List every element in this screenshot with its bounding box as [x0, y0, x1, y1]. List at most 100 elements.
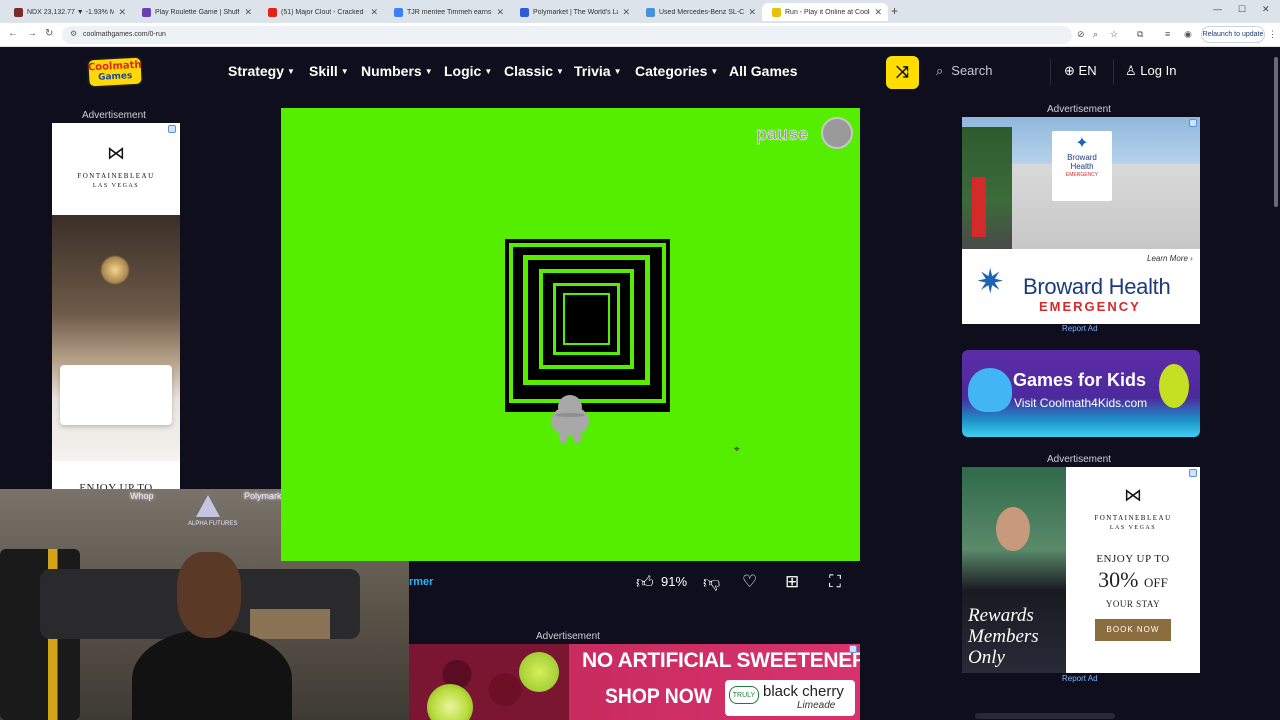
extensions-icon[interactable]: ⧉: [1137, 29, 1143, 40]
browser-tab[interactable]: TJR mentee Timmeh earns pro ✕: [384, 3, 510, 21]
tunnel: [505, 239, 670, 412]
tab-close-icon[interactable]: ✕: [622, 7, 630, 18]
truly-ad[interactable]: NO ARTIFICIAL SWEETENERS. SHOP NOW TRULY…: [409, 644, 860, 720]
browser-tab-active[interactable]: Run - Play it Online at Coolmat ✕: [762, 3, 888, 21]
relaunch-button[interactable]: Relaunch to update: [1201, 26, 1265, 43]
site-info-icon[interactable]: ⚙: [70, 29, 77, 38]
bookmark-star-icon[interactable]: ☆: [1110, 29, 1118, 40]
ad-stay-text: YOUR STAY: [1105, 599, 1161, 609]
nav-strategy[interactable]: Strategy ▼: [228, 63, 295, 79]
reload-icon[interactable]: ↻: [45, 28, 53, 39]
heart-icon[interactable]: ♡: [742, 572, 757, 592]
advertisement-label: Advertisement: [82, 110, 146, 121]
adchoices-icon[interactable]: [1189, 119, 1197, 127]
book-now-button[interactable]: BOOK NOW: [1095, 619, 1171, 641]
tab-close-icon[interactable]: ✕: [118, 7, 126, 18]
nav-all-games[interactable]: All Games: [729, 63, 797, 79]
bug-mascot-image: [1159, 364, 1189, 408]
tab-favicon-icon: [142, 7, 151, 17]
coolmath-favicon-icon: [772, 7, 781, 17]
pause-label: pause: [756, 124, 809, 145]
thumbs-down-icon[interactable]: 👎︎: [703, 572, 720, 593]
rewards-line: Members: [968, 626, 1039, 647]
forward-arrow-icon[interactable]: →: [27, 28, 37, 39]
coolmath-logo[interactable]: Coolmath Games: [86, 55, 144, 89]
random-game-button[interactable]: ⤨: [886, 56, 919, 89]
nav-label: Categories: [635, 63, 708, 79]
broward-star-icon: ✦: [1075, 135, 1089, 152]
ad-headline: NO ARTIFICIAL SWEETENERS.: [582, 649, 860, 672]
new-tab-button[interactable]: +: [891, 4, 898, 18]
alpha-futures-text: ALPHA FUTURES: [188, 521, 238, 527]
maximize-button[interactable]: ☐: [1238, 4, 1246, 15]
reading-list-icon[interactable]: ≡: [1165, 29, 1170, 39]
ad-brand-sub: LAS VEGAS: [1109, 525, 1157, 531]
advertisement-label: Advertisement: [536, 631, 600, 642]
whop-neon-sign: Whop: [130, 491, 154, 501]
fullscreen-icon[interactable]: ⛶: [829, 572, 841, 592]
minimize-button[interactable]: —: [1213, 4, 1222, 14]
adchoices-icon[interactable]: [168, 125, 176, 133]
fontainebleau-offer: ⋈ FONTAINEBLEAU LAS VEGAS ENJOY UP TO 30…: [1066, 467, 1200, 673]
rating-percent: 91%: [661, 574, 688, 589]
nav-classic[interactable]: Classic ▼: [504, 63, 564, 79]
broward-health-ad[interactable]: ✦ Broward Health EMERGENCY Learn More › …: [962, 117, 1200, 324]
tab-close-icon[interactable]: ✕: [244, 7, 252, 18]
language-selector[interactable]: ⊕ EN: [1064, 63, 1097, 79]
tunnel-ring: [563, 293, 610, 345]
tab-favicon-icon: [646, 7, 655, 17]
discount-text: 30% OFF: [1066, 567, 1200, 593]
streamer-head: [177, 552, 241, 638]
shop-now-cta[interactable]: SHOP NOW: [605, 685, 712, 709]
nav-skill[interactable]: Skill ▼: [309, 63, 349, 79]
lime-image: [519, 652, 559, 692]
tab-close-icon[interactable]: ✕: [748, 7, 756, 18]
next-section-peek: [975, 713, 1115, 719]
adchoices-icon[interactable]: [1189, 469, 1197, 477]
tab-title: Play Roulette Game | Shuffle.u: [155, 8, 241, 16]
close-window-button[interactable]: ✕: [1262, 4, 1270, 15]
discount-percent: 30%: [1098, 567, 1139, 592]
gamepad-add-icon[interactable]: ⊞: [785, 572, 799, 592]
fontainebleau-ad-right[interactable]: Rewards Members Only ⋈ FONTAINEBLEAU LAS…: [962, 467, 1200, 673]
browser-tab[interactable]: Polymarket | The World's Large ✕: [510, 3, 636, 21]
browser-tab[interactable]: (51) Major Clout - Cracked - Yo ✕: [258, 3, 384, 21]
address-bar[interactable]: ⚙ coolmathgames.com/0-run: [62, 26, 1072, 44]
tab-close-icon[interactable]: ✕: [496, 7, 504, 18]
browser-tab[interactable]: Play Roulette Game | Shuffle.u ✕: [132, 3, 258, 21]
browser-tab[interactable]: NDX 23,132.77 ▼ -1.93% MAC ✕: [4, 3, 132, 21]
coolmath4kids-promo[interactable]: Games for Kids Visit Coolmath4Kids.com: [962, 350, 1200, 437]
coolmath-page: Coolmath Games Strategy ▼ Skill ▼ Numbers ▼…: [0, 47, 1280, 720]
model-face: [996, 507, 1030, 551]
nav-numbers[interactable]: Numbers ▼: [361, 63, 433, 79]
profile-icon[interactable]: ◉: [1184, 29, 1192, 40]
browser-tab[interactable]: Used Mercedes-Benz SL-Class ✕: [636, 3, 762, 21]
nav-trivia[interactable]: Trivia ▼: [574, 63, 622, 79]
tab-close-icon[interactable]: ✕: [874, 7, 882, 18]
palm-trees-image: [962, 127, 1012, 249]
report-ad-link[interactable]: Report Ad: [1062, 324, 1098, 333]
login-button[interactable]: ♙ Log In: [1125, 63, 1176, 79]
nav-logic[interactable]: Logic ▼: [444, 63, 492, 79]
search-button[interactable]: ⌕ Search: [936, 63, 992, 79]
report-ad-link[interactable]: Report Ad: [1062, 674, 1098, 683]
page-scrollbar[interactable]: [1272, 47, 1280, 720]
menu-dots-icon[interactable]: ⋮: [1268, 29, 1277, 40]
developer-credit-link[interactable]: rmer: [409, 576, 433, 588]
nav-label: Classic: [504, 63, 554, 79]
game-canvas[interactable]: pause ⌖: [281, 108, 860, 561]
back-arrow-icon[interactable]: ←: [8, 28, 18, 39]
scrollbar-thumb[interactable]: [1274, 57, 1278, 207]
tracking-off-icon[interactable]: ⊘: [1077, 29, 1085, 40]
fontainebleau-ad-left[interactable]: ⋈ FONTAINEBLEAU LAS VEGAS ENJOY UP TO: [52, 123, 180, 493]
adchoices-icon[interactable]: [849, 645, 857, 653]
nav-categories[interactable]: Categories ▼: [635, 63, 718, 79]
thumbs-up-icon[interactable]: 👍︎: [636, 572, 654, 593]
learn-more-link[interactable]: Learn More ›: [1147, 254, 1193, 263]
tab-close-icon[interactable]: ✕: [370, 7, 378, 18]
flavor-name: Limeade: [797, 700, 836, 711]
nav-label: Numbers: [361, 63, 422, 79]
ad-enjoy-text: ENJOY UP TO: [1096, 553, 1170, 565]
zoom-icon[interactable]: ⌕: [1093, 29, 1098, 40]
pause-button[interactable]: [821, 117, 853, 149]
